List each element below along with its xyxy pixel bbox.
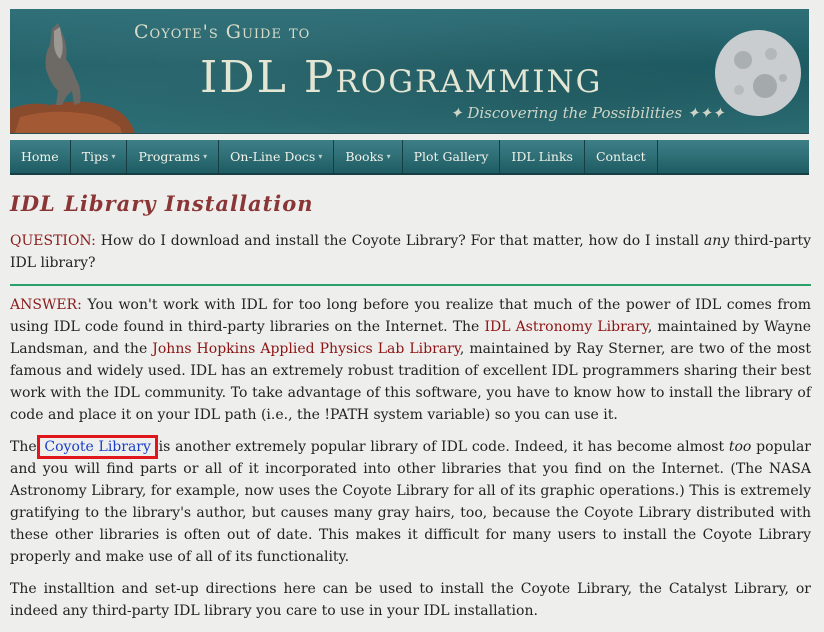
banner-title: IDL Programming — [200, 52, 603, 103]
banner-subtitle: Coyote's Guide to — [134, 21, 311, 43]
question-paragraph: QUESTION: How do I download and install … — [10, 230, 811, 274]
nav-programs[interactable]: Programs ▾ — [127, 140, 220, 173]
dropdown-arrow-icon: ▾ — [386, 152, 391, 161]
nav-idl-links-label: IDL Links — [511, 149, 573, 164]
installation-paragraph: The installtion and set-up directions he… — [10, 581, 811, 619]
question-emphasis: any — [703, 233, 730, 249]
nav-tips[interactable]: Tips ▾ — [71, 140, 128, 173]
site-banner: Coyote's Guide to IDL Programming ✦ Disc… — [10, 9, 809, 134]
jhu-apl-library-link[interactable]: Johns Hopkins Applied Physics Lab Librar… — [152, 341, 460, 357]
p2-text-1: The — [10, 439, 42, 455]
nav-home-label: Home — [21, 149, 59, 164]
dropdown-arrow-icon: ▾ — [318, 152, 323, 161]
main-content: IDL Library Installation QUESTION: How d… — [10, 190, 811, 632]
nav-programs-label: Programs — [138, 149, 201, 164]
nav-contact[interactable]: Contact — [585, 140, 658, 173]
answer-label: ANSWER: — [10, 297, 82, 313]
p2-text-3: popular and you will find parts or all o… — [10, 439, 811, 565]
nav-plot-gallery[interactable]: Plot Gallery — [403, 140, 501, 173]
main-navigation: Home Tips ▾ Programs ▾ On-Line Docs ▾ Books… — [10, 140, 809, 175]
nav-online-docs[interactable]: On-Line Docs ▾ — [219, 140, 335, 173]
question-label: QUESTION: — [10, 233, 96, 249]
coyote-library-link[interactable]: Coyote Library — [37, 435, 158, 459]
section-divider — [10, 284, 811, 286]
nav-books-label: Books — [345, 149, 384, 164]
dropdown-arrow-icon: ▾ — [203, 152, 208, 161]
coyote-library-paragraph: The Coyote Library is another extremely … — [10, 435, 811, 568]
p2-text-2: is another extremely popular library of … — [153, 439, 729, 455]
nav-idl-links[interactable]: IDL Links — [500, 140, 585, 173]
question-text-1: How do I download and install the Coyote… — [100, 233, 704, 249]
nav-contact-label: Contact — [595, 149, 646, 164]
howling-coyote-logo — [10, 23, 135, 133]
nav-tips-label: Tips — [81, 149, 109, 164]
page-title: IDL Library Installation — [10, 191, 314, 216]
moon-image — [715, 30, 801, 116]
nav-online-docs-label: On-Line Docs — [230, 149, 316, 164]
p2-emphasis: too — [728, 439, 752, 455]
answer-paragraph: ANSWER: You won't work with IDL for too … — [10, 294, 811, 426]
nav-home[interactable]: Home — [10, 140, 71, 173]
nav-books[interactable]: Books ▾ — [334, 140, 403, 173]
dropdown-arrow-icon: ▾ — [111, 152, 116, 161]
banner-tagline: ✦ Discovering the Possibilities ✦✦✦ — [450, 104, 725, 122]
nav-plot-gallery-label: Plot Gallery — [413, 149, 489, 164]
idl-astronomy-library-link[interactable]: IDL Astronomy Library — [484, 319, 647, 335]
